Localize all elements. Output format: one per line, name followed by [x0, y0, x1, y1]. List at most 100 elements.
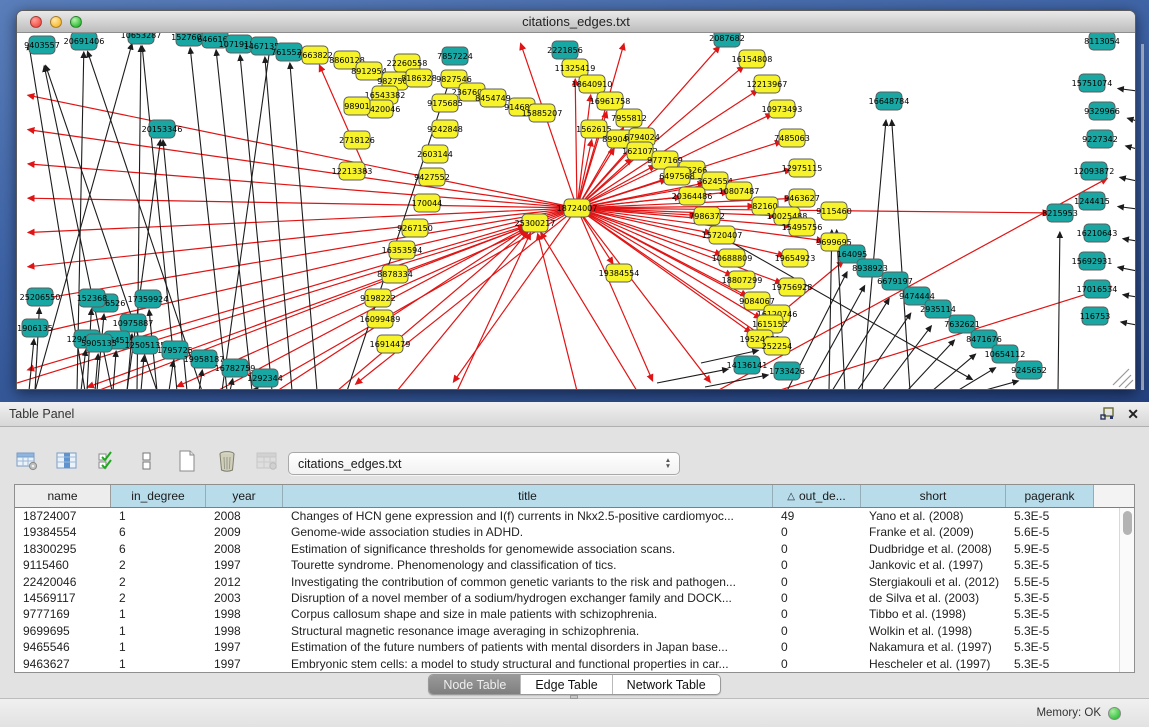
cell-year[interactable]: 1998	[206, 606, 283, 622]
table-row[interactable]: 977716911998Corpus callosum shape and si…	[15, 606, 1134, 622]
column-header-in_degree[interactable]: in_degree	[111, 485, 206, 507]
table-row[interactable]: 1456911722003Disruption of a novel membe…	[15, 590, 1134, 606]
column-header-name[interactable]: name	[15, 485, 111, 507]
graph-node[interactable]: 7986372	[689, 207, 725, 225]
cell-out_de[interactable]: 0	[773, 639, 861, 655]
graph-node[interactable]: 11325419	[555, 59, 596, 77]
tab-node-table[interactable]: Node Table	[429, 675, 521, 694]
table-scrollbar[interactable]	[1119, 508, 1134, 673]
graph-node[interactable]: 252254	[762, 337, 793, 355]
cell-in_degree[interactable]: 2	[111, 557, 206, 573]
graph-edge[interactable]	[657, 369, 728, 383]
cell-title[interactable]: Disruption of a novel member of a sodium…	[283, 590, 773, 606]
graph-node[interactable]: 16154808	[732, 50, 773, 68]
cell-name[interactable]: 9463627	[15, 656, 111, 672]
graph-node[interactable]: 98901	[344, 97, 370, 115]
minimize-window-button[interactable]	[50, 16, 62, 28]
cell-out_de[interactable]: 0	[773, 656, 861, 672]
graph-node[interactable]: 19756928	[772, 278, 813, 296]
cell-year[interactable]: 1997	[206, 639, 283, 655]
graph-edge[interactable]	[1126, 146, 1135, 149]
cell-out_de[interactable]: 0	[773, 590, 861, 606]
cell-pagerank[interactable]: 5.3E-5	[1006, 656, 1094, 672]
graph-edge[interactable]	[982, 381, 1018, 389]
column-header-title[interactable]: title	[283, 485, 773, 507]
cell-in_degree[interactable]: 1	[111, 639, 206, 655]
cell-name[interactable]: 14569117	[15, 590, 111, 606]
cell-title[interactable]: Genome-wide association studies in ADHD.	[283, 524, 773, 540]
graph-node[interactable]: 20153346	[142, 120, 183, 138]
graph-edge[interactable]	[265, 57, 292, 389]
cell-year[interactable]: 2003	[206, 590, 283, 606]
graph-node[interactable]: 20691406	[64, 33, 105, 50]
graph-node[interactable]: 8215953	[1042, 204, 1078, 222]
graph-node[interactable]: 19384554	[599, 264, 640, 282]
graph-node[interactable]: 9463627	[784, 189, 820, 207]
cell-pagerank[interactable]: 5.3E-5	[1006, 508, 1094, 524]
cell-out_de[interactable]: 0	[773, 574, 861, 590]
graph-node[interactable]: 116753	[1080, 307, 1111, 325]
graph-edge[interactable]	[1118, 207, 1135, 210]
cell-pagerank[interactable]: 5.3E-5	[1006, 639, 1094, 655]
graph-node[interactable]: 152368	[77, 289, 108, 307]
graph-node[interactable]: 2603144	[417, 145, 453, 163]
graph-edge[interactable]	[907, 340, 955, 389]
graph-node[interactable]: 1733426	[769, 362, 805, 380]
graph-edge[interactable]	[1118, 89, 1135, 92]
graph-edge[interactable]	[575, 79, 577, 208]
cell-pagerank[interactable]: 5.3E-5	[1006, 590, 1094, 606]
graph-node[interactable]: 9227342	[1082, 130, 1118, 148]
graph-node[interactable]: 7955812	[611, 109, 647, 127]
table-row[interactable]: 969969511998Structural magnetic resonanc…	[15, 623, 1134, 639]
cell-in_degree[interactable]: 1	[111, 623, 206, 639]
cell-pagerank[interactable]: 5.3E-5	[1006, 623, 1094, 639]
graph-node[interactable]: 170044	[412, 194, 443, 212]
graph-node[interactable]: 5905135	[81, 334, 117, 352]
cell-short[interactable]: Stergiakouli et al. (2012)	[861, 574, 1006, 590]
table-source-select[interactable]: citations_edges.txt ▲▼	[288, 452, 680, 475]
graph-edge[interactable]	[705, 375, 768, 387]
graph-node[interactable]: 9427552	[414, 168, 450, 186]
row-layout-icon[interactable]	[134, 449, 160, 473]
graph-edge[interactable]	[538, 234, 577, 389]
cell-pagerank[interactable]: 5.9E-5	[1006, 541, 1094, 557]
column-header-short[interactable]: short	[861, 485, 1006, 507]
zoom-window-button[interactable]	[70, 16, 82, 28]
cell-short[interactable]: Tibbo et al. (1998)	[861, 606, 1006, 622]
graph-node[interactable]: 1906135	[17, 319, 53, 337]
graph-node[interactable]: 15692931	[1072, 252, 1113, 270]
cell-short[interactable]: Wolkin et al. (1998)	[861, 623, 1006, 639]
graph-node[interactable]: 7663822	[297, 46, 333, 64]
close-window-button[interactable]	[30, 16, 42, 28]
table-row[interactable]: 2242004622012Investigating the contribut…	[15, 574, 1134, 590]
table-settings-icon[interactable]	[14, 449, 40, 473]
window-titlebar[interactable]: citations_edges.txt	[17, 11, 1135, 33]
graph-node[interactable]: 18640910	[572, 75, 613, 93]
tab-network-table[interactable]: Network Table	[613, 675, 720, 694]
cell-name[interactable]: 18300295	[15, 541, 111, 557]
graph-node[interactable]: 16648784	[869, 92, 910, 110]
graph-node[interactable]: 1292344	[247, 369, 283, 387]
graph-node[interactable]: 14136141	[727, 356, 768, 374]
graph-node[interactable]: 8878334	[377, 265, 413, 283]
show-column-icon[interactable]	[54, 449, 80, 473]
graph-node[interactable]: 9175685	[427, 94, 463, 112]
cell-name[interactable]: 19384554	[15, 524, 111, 540]
canvas-resize-grip[interactable]	[1113, 369, 1133, 388]
graph-node[interactable]: 7857224	[437, 47, 473, 65]
cell-out_de[interactable]: 0	[773, 524, 861, 540]
cell-short[interactable]: Jankovic et al. (1997)	[861, 557, 1006, 573]
graph-edge[interactable]	[1120, 177, 1135, 181]
graph-edge[interactable]	[1058, 232, 1060, 389]
graph-node[interactable]: 7485063	[774, 129, 810, 147]
cell-in_degree[interactable]: 1	[111, 508, 206, 524]
cell-out_de[interactable]: 0	[773, 557, 861, 573]
cell-name[interactable]: 18724007	[15, 508, 111, 524]
cell-out_de[interactable]: 0	[773, 606, 861, 622]
graph-node[interactable]: 25206550	[20, 288, 61, 306]
graph-node[interactable]: 12213967	[747, 75, 788, 93]
cell-short[interactable]: de Silva et al. (2003)	[861, 590, 1006, 606]
graph-edge[interactable]	[957, 368, 996, 389]
cell-title[interactable]: Estimation of significance thresholds fo…	[283, 541, 773, 557]
cell-year[interactable]: 2008	[206, 541, 283, 557]
